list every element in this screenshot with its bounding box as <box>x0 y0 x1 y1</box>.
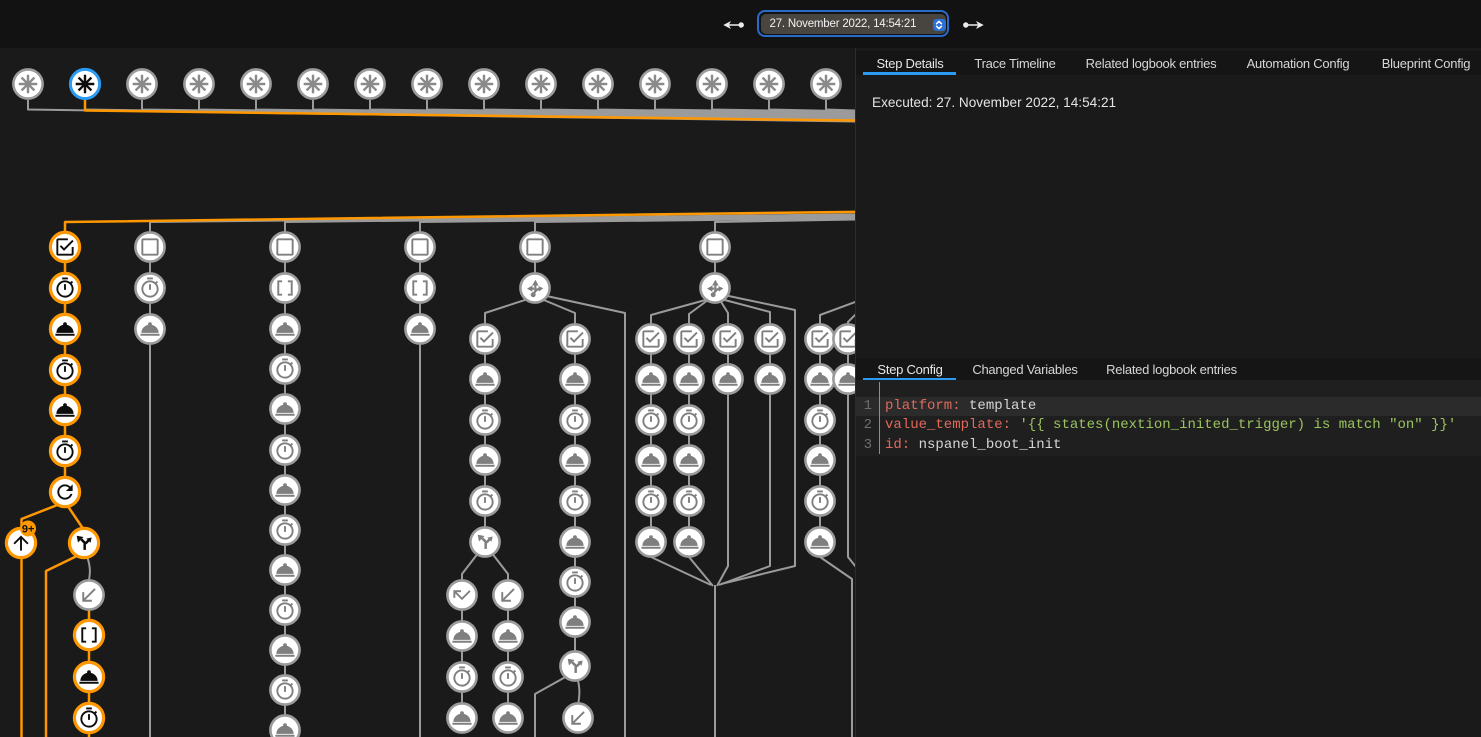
svg-text:9+: 9+ <box>22 524 35 536</box>
